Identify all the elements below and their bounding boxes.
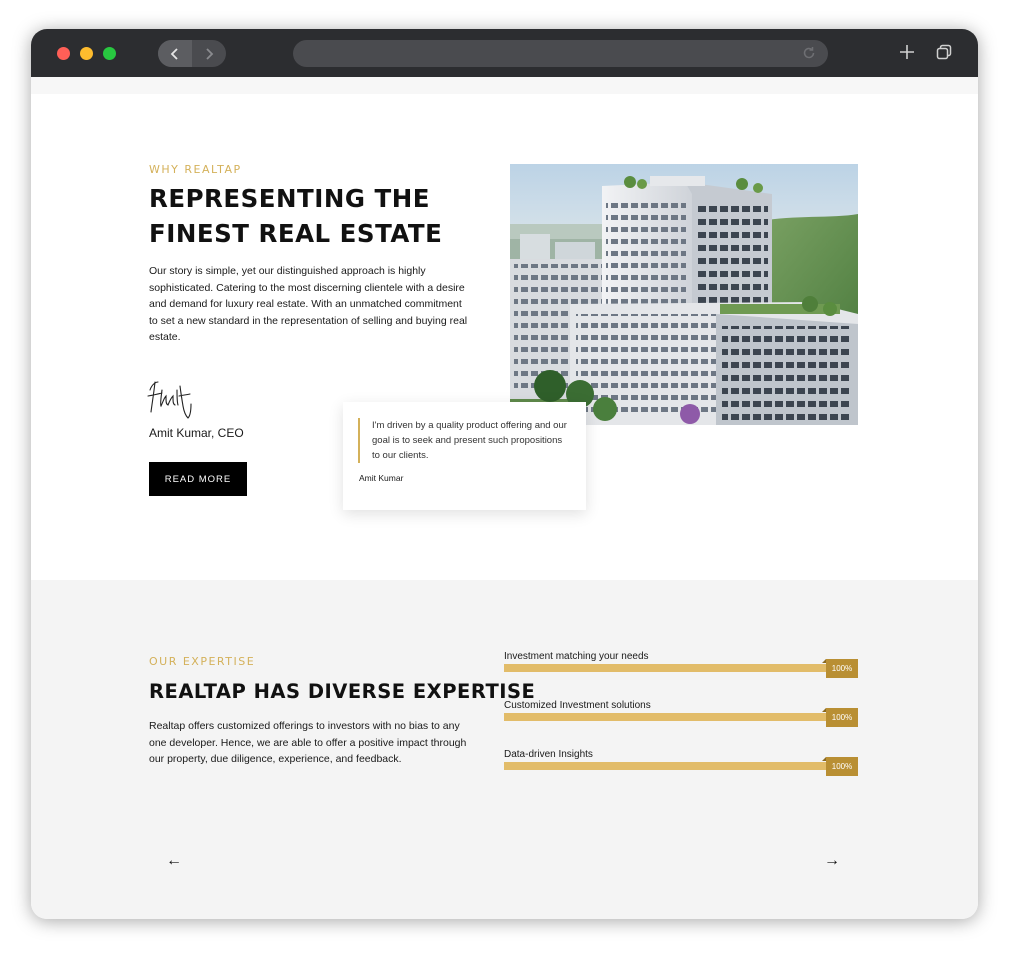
- back-button[interactable]: [158, 40, 192, 67]
- quote-author: Amit Kumar: [359, 473, 404, 483]
- skill-percent-badge: 100%: [826, 757, 858, 776]
- reload-icon[interactable]: [802, 46, 816, 60]
- ceo-signature: [147, 381, 192, 419]
- skill-percent-badge: 100%: [826, 708, 858, 727]
- skill-bar-item: Investment matching your needs 100%: [504, 651, 858, 691]
- address-bar[interactable]: [293, 40, 828, 67]
- building-image: [510, 164, 858, 425]
- skill-fill: [504, 713, 826, 721]
- quote-accent-bar: [358, 418, 360, 463]
- ceo-name: Amit Kumar, CEO: [149, 426, 244, 440]
- forward-button[interactable]: [192, 40, 226, 67]
- skill-fill: [504, 762, 826, 770]
- browser-window: WHY REALTAP REPRESENTING THE FINEST REAL…: [31, 29, 978, 919]
- why-body-text: Our story is simple, yet our distinguish…: [149, 265, 468, 343]
- page-top-strip: [31, 77, 978, 94]
- read-more-button[interactable]: READ MORE: [149, 462, 247, 496]
- skill-fill: [504, 664, 826, 672]
- browser-titlebar: [31, 29, 978, 77]
- skill-track: [504, 664, 826, 672]
- skill-track: [504, 762, 826, 770]
- skill-track: [504, 713, 826, 721]
- quote-text: I'm driven by a quality product offering…: [372, 420, 567, 461]
- skill-percent-badge: 100%: [826, 659, 858, 678]
- skill-label: Customized Investment solutions: [504, 700, 651, 711]
- why-heading-line-2: FINEST REAL ESTATE: [149, 219, 443, 248]
- skill-bar-item: Data-driven Insights 100%: [504, 749, 858, 789]
- skill-label: Data-driven Insights: [504, 749, 593, 760]
- expertise-heading: REALTAP HAS DIVERSE EXPERTISE: [149, 680, 536, 703]
- why-eyebrow: WHY REALTAP: [149, 163, 242, 176]
- history-nav-group: [158, 40, 226, 67]
- previous-arrow-button[interactable]: ←: [166, 852, 182, 870]
- skill-label: Investment matching your needs: [504, 651, 649, 662]
- chevron-right-icon: [206, 47, 214, 60]
- chevron-left-icon: [170, 47, 178, 60]
- close-window-button[interactable]: [57, 47, 70, 60]
- maximize-window-button[interactable]: [103, 47, 116, 60]
- next-arrow-button[interactable]: →: [824, 852, 840, 870]
- expertise-eyebrow: OUR EXPERTISE: [149, 655, 256, 668]
- minimize-window-button[interactable]: [80, 47, 93, 60]
- ceo-quote-card: I'm driven by a quality product offering…: [343, 402, 586, 510]
- why-heading-line-1: REPRESENTING THE: [149, 184, 430, 213]
- skill-bar-item: Customized Investment solutions 100%: [504, 700, 858, 740]
- expertise-body-text: Realtap offers customized offerings to i…: [149, 720, 467, 765]
- tabs-overview-icon[interactable]: [936, 44, 952, 60]
- plus-icon[interactable]: [898, 43, 916, 61]
